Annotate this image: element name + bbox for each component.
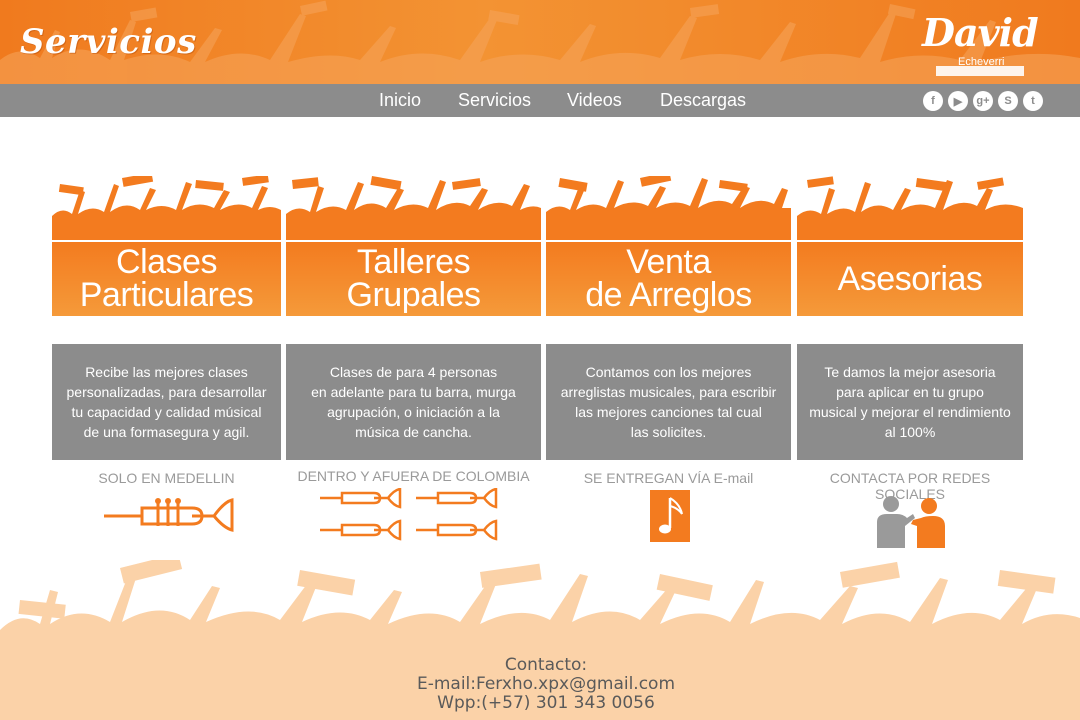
music-note-icon <box>650 490 690 542</box>
nav-servicios[interactable]: Servicios <box>458 90 531 111</box>
trumpet-icon <box>104 498 234 532</box>
service-title: Talleres Grupales <box>286 242 541 316</box>
brand-logo[interactable]: David Echeverri <box>918 8 1039 80</box>
twitter-icon[interactable]: t <box>1023 91 1043 111</box>
two-people-talking-icon <box>877 496 945 548</box>
contact-label: Contacto: <box>504 655 588 675</box>
service-note: SOLO EN MEDELLIN <box>98 470 235 486</box>
service-description: Contamos con los mejores arreglistas mus… <box>546 344 791 460</box>
four-trumpets-icon <box>320 488 498 541</box>
service-note: SE ENTREGAN VÍA E-mail <box>583 470 754 486</box>
nav-inicio[interactable]: Inicio <box>379 90 421 111</box>
service-description: Te damos la mejor asesoria para aplicar … <box>797 344 1023 460</box>
service-title: Venta de Arreglos <box>546 242 791 316</box>
page-title: Servicios <box>20 22 197 62</box>
service-title: Clases Particulares <box>52 242 281 316</box>
logo-surname: Echeverri <box>958 56 1005 68</box>
nav-videos[interactable]: Videos <box>567 90 622 111</box>
card-crowd-silhouette <box>546 176 791 240</box>
service-description: Clases de para 4 personas en adelante pa… <box>286 344 541 460</box>
skype-icon[interactable]: S <box>998 91 1018 111</box>
main-navigation: Inicio Servicios Videos Descargas f ▶ g+… <box>0 84 1080 117</box>
youtube-icon[interactable]: ▶ <box>948 91 968 111</box>
card-crowd-silhouette <box>286 176 541 240</box>
service-note: DENTRO Y AFUERA DE COLOMBIA <box>297 468 530 484</box>
service-title: Asesorias <box>797 242 1023 316</box>
contact-phone[interactable]: Wpp:(+57) 301 343 0056 <box>0 694 1080 713</box>
card-crowd-silhouette <box>52 176 281 240</box>
card-crowd-silhouette <box>797 176 1023 240</box>
logo-name: David <box>922 10 1039 55</box>
header-banner: Servicios David Echeverri <box>0 0 1080 84</box>
nav-descargas[interactable]: Descargas <box>660 90 746 111</box>
google-plus-icon[interactable]: g+ <box>973 91 993 111</box>
service-description: Recibe las mejores clases personalizadas… <box>52 344 281 460</box>
contact-block: Contacto: E-mail:Ferxho.xpx@gmail.com Wp… <box>0 656 1080 713</box>
facebook-icon[interactable]: f <box>923 91 943 111</box>
contact-email[interactable]: E-mail:Ferxho.xpx@gmail.com <box>0 675 1080 694</box>
